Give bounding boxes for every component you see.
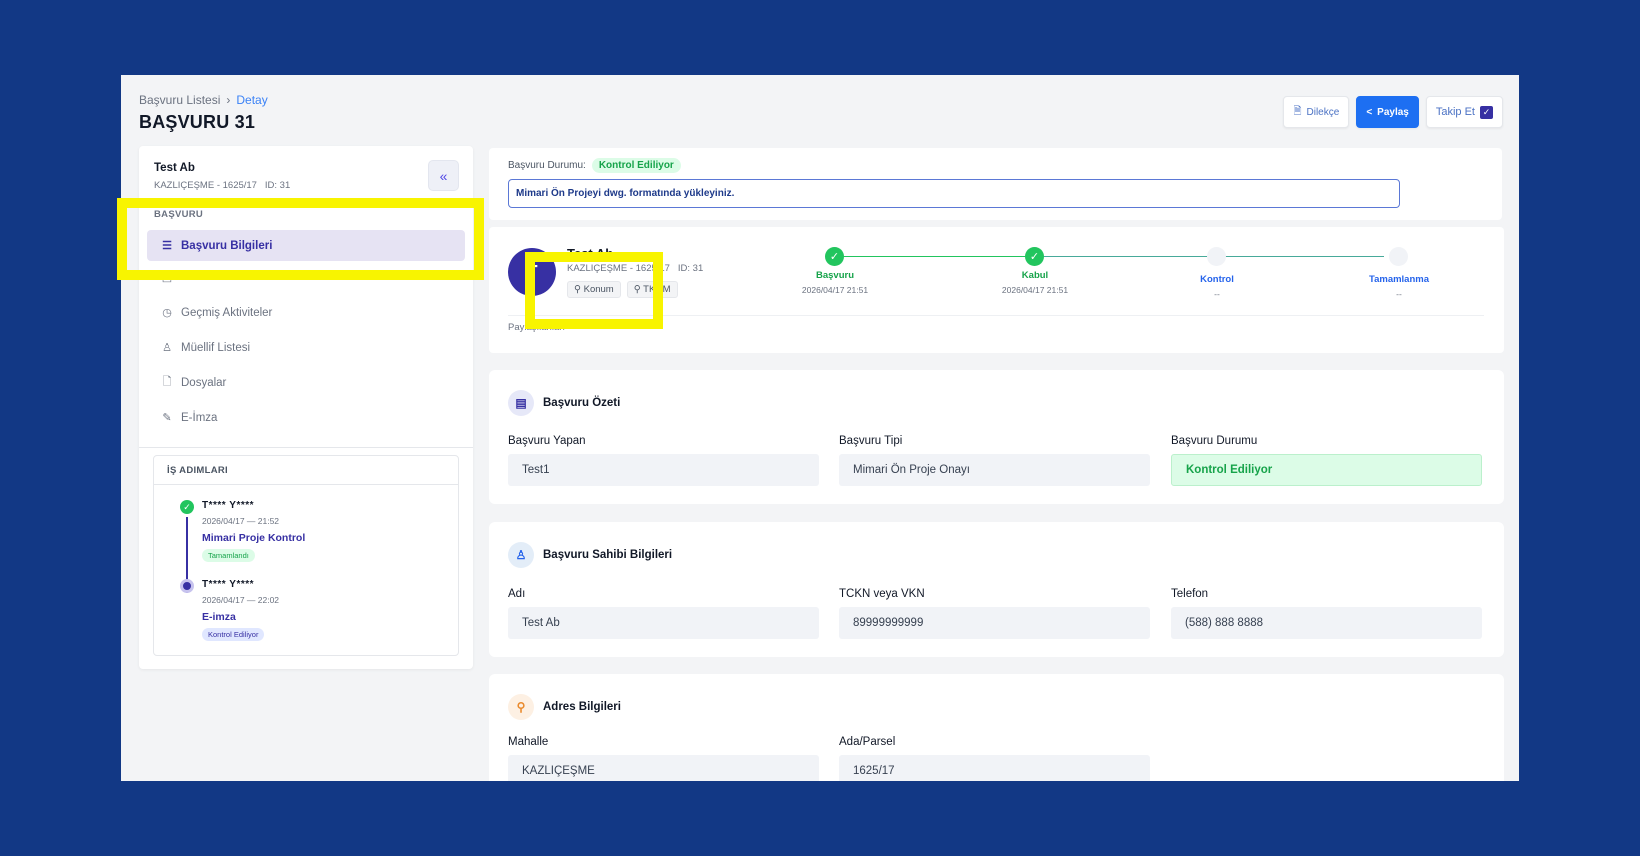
field-label: Mahalle: [508, 736, 549, 748]
sidebar-item-label: E-İmza: [181, 411, 218, 424]
stage-label: Kontrol: [1200, 274, 1234, 285]
dilekce-button[interactable]: 🗎 Dilekçe: [1283, 96, 1350, 128]
mahalle-field[interactable]: KAZLIÇEŞME: [508, 755, 819, 781]
adi-field[interactable]: Test Ab: [508, 607, 819, 639]
stage-label: Başvuru: [815, 270, 854, 281]
tckn-vkn-field[interactable]: 89999999999: [839, 607, 1150, 639]
field-label: Adı: [508, 588, 526, 600]
card-header: ♙ Başvuru Sahibi Bilgileri: [508, 542, 672, 568]
status-badge: Kontrol Ediliyor: [591, 158, 681, 173]
dilekce-button-label: Dilekçe: [1306, 106, 1340, 118]
paylas-button[interactable]: < Paylaş: [1356, 96, 1419, 128]
step-user-name: T**** Y****: [202, 500, 255, 511]
highlight-box-menu: [117, 198, 484, 280]
stage-done-check-icon: ✓: [1025, 247, 1044, 266]
step-item: T**** Y**** 2026/04/17 — 22:02 E-imza Ko…: [202, 579, 279, 642]
user-icon: ♙: [508, 542, 534, 568]
notice-message-field[interactable]: Mimari Ön Projeyi dwg. formatında yükley…: [508, 179, 1400, 208]
card-title: Başvuru Özeti: [543, 397, 621, 409]
sidebar-item-muellif-listesi[interactable]: ♙ Müellif Listesi: [147, 332, 465, 363]
adres-bilgileri-card: ⚲ Adres Bilgileri Mahalle KAZLIÇEŞME Ada…: [489, 674, 1504, 781]
breadcrumb: Başvuru Listesi › Detay: [139, 93, 268, 107]
status-label: Başvuru Durumu:: [508, 160, 586, 171]
basvuru-sahibi-card: ♙ Başvuru Sahibi Bilgileri Adı Test Ab T…: [489, 522, 1504, 657]
chevrons-left-icon: «: [439, 167, 448, 184]
step-user-name: T**** Y****: [202, 579, 255, 590]
stage-pending-dot: [1389, 247, 1408, 266]
status-row: Başvuru Durumu: Kontrol Ediliyor: [508, 158, 681, 173]
document-icon: 🗎: [1293, 105, 1302, 117]
stage-date: --: [1214, 289, 1220, 299]
highlight-box-konum: [525, 252, 663, 329]
field-label: Başvuru Yapan: [508, 435, 586, 447]
map-pin-icon: ⚲: [508, 694, 534, 720]
stage-date: --: [1396, 289, 1402, 299]
breadcrumb-current: Detay: [236, 93, 268, 107]
sidebar-item-e-imza[interactable]: ✎ E-İmza: [147, 402, 465, 433]
sidebar-item-label: Dosyalar: [181, 376, 227, 389]
sidebar-user-meta: KAZLIÇEŞME - 1625/17 ID: 31: [154, 180, 291, 191]
clock-icon: ◷: [162, 307, 172, 319]
step-status-badge: Tamamlandı: [202, 549, 255, 562]
paylas-button-label: Paylaş: [1377, 106, 1409, 118]
stage-done-check-icon: ✓: [825, 247, 844, 266]
is-adimlari-panel: İŞ ADIMLARI ✓ T**** Y**** 2026/04/17 — 2…: [153, 455, 459, 656]
is-adimlari-title: İŞ ADIMLARI: [154, 456, 458, 485]
takip-et-button[interactable]: Takip Et ✓: [1425, 96, 1503, 128]
takip-et-button-label: Takip Et: [1435, 106, 1475, 118]
collapse-sidebar-button[interactable]: «: [428, 160, 459, 191]
ada-parsel-field[interactable]: 1625/17: [839, 755, 1150, 781]
breadcrumb-parent-link[interactable]: Başvuru Listesi: [139, 93, 220, 107]
sidebar-item-dosyalar[interactable]: 🗋 Dosyalar: [147, 367, 465, 398]
sidebar-divider: [139, 447, 473, 448]
breadcrumb-separator: ›: [226, 93, 231, 107]
summary-icon: ▤: [508, 390, 534, 416]
card-title: Adres Bilgileri: [543, 701, 621, 713]
field-label: Başvuru Durumu: [1171, 435, 1258, 447]
file-icon: 🗋: [162, 376, 172, 388]
step-status-badge: Kontrol Ediliyor: [202, 628, 265, 641]
pen-icon: ✎: [162, 412, 172, 424]
top-actions: 🗎 Dilekçe < Paylaş Takip Et ✓: [1283, 96, 1503, 128]
telefon-field[interactable]: (588) 888 8888: [1171, 607, 1482, 639]
field-label: Başvuru Tipi: [839, 435, 903, 447]
share-icon: <: [1366, 106, 1373, 118]
status-card: Başvuru Durumu: Kontrol Ediliyor Mimari …: [489, 148, 1502, 220]
sidebar-item-gecmis-aktiviteler[interactable]: ◷ Geçmiş Aktiviteler: [147, 297, 465, 328]
field-label: TCKN veya VKN: [839, 588, 925, 600]
basvuru-durumu-field[interactable]: Kontrol Ediliyor: [1171, 454, 1482, 486]
card-header: ▤ Başvuru Özeti: [508, 390, 620, 416]
sidebar-user-name: Test Ab: [154, 162, 195, 174]
user-icon: ♙: [162, 342, 172, 354]
step-time: 2026/04/17 — 22:02: [202, 595, 280, 605]
sidebar-item-label: Geçmiş Aktiviteler: [181, 306, 273, 319]
field-label: Ada/Parsel: [839, 736, 896, 748]
stage-label: Tamamlanma: [1368, 274, 1429, 285]
basvuru-yapan-field[interactable]: Test1: [508, 454, 819, 486]
step-done-check-icon: ✓: [180, 500, 194, 514]
field-label: Telefon: [1171, 588, 1209, 600]
basvuru-ozeti-card: ▤ Başvuru Özeti Başvuru Yapan Test1 Başv…: [489, 370, 1504, 504]
step-task-link[interactable]: Mimari Proje Kontrol: [202, 532, 305, 544]
stage-date: 2026/04/17 21:51: [1001, 285, 1069, 295]
step-item: T**** Y**** 2026/04/17 — 21:52 Mimari Pr…: [202, 500, 305, 563]
app-window: Başvuru Listesi › Detay BAŞVURU 31 🗎 Dil…: [121, 75, 1519, 781]
card-header: ⚲ Adres Bilgileri: [508, 694, 621, 720]
stage-date: 2026/04/17 21:51: [801, 285, 869, 295]
step-task-link[interactable]: E-imza: [202, 611, 279, 623]
stage-label: Kabul: [1021, 270, 1049, 281]
step-time: 2026/04/17 — 21:52: [202, 516, 280, 526]
page-title: BAŞVURU 31: [139, 112, 256, 132]
step-current-dot-icon: [180, 579, 194, 593]
card-title: Başvuru Sahibi Bilgileri: [543, 549, 673, 561]
sidebar-item-label: Müellif Listesi: [181, 341, 251, 354]
basvuru-tipi-field[interactable]: Mimari Ön Proje Onayı: [839, 454, 1150, 486]
checkbox-checked-icon: ✓: [1480, 105, 1493, 119]
stage-pending-dot: [1207, 247, 1226, 266]
